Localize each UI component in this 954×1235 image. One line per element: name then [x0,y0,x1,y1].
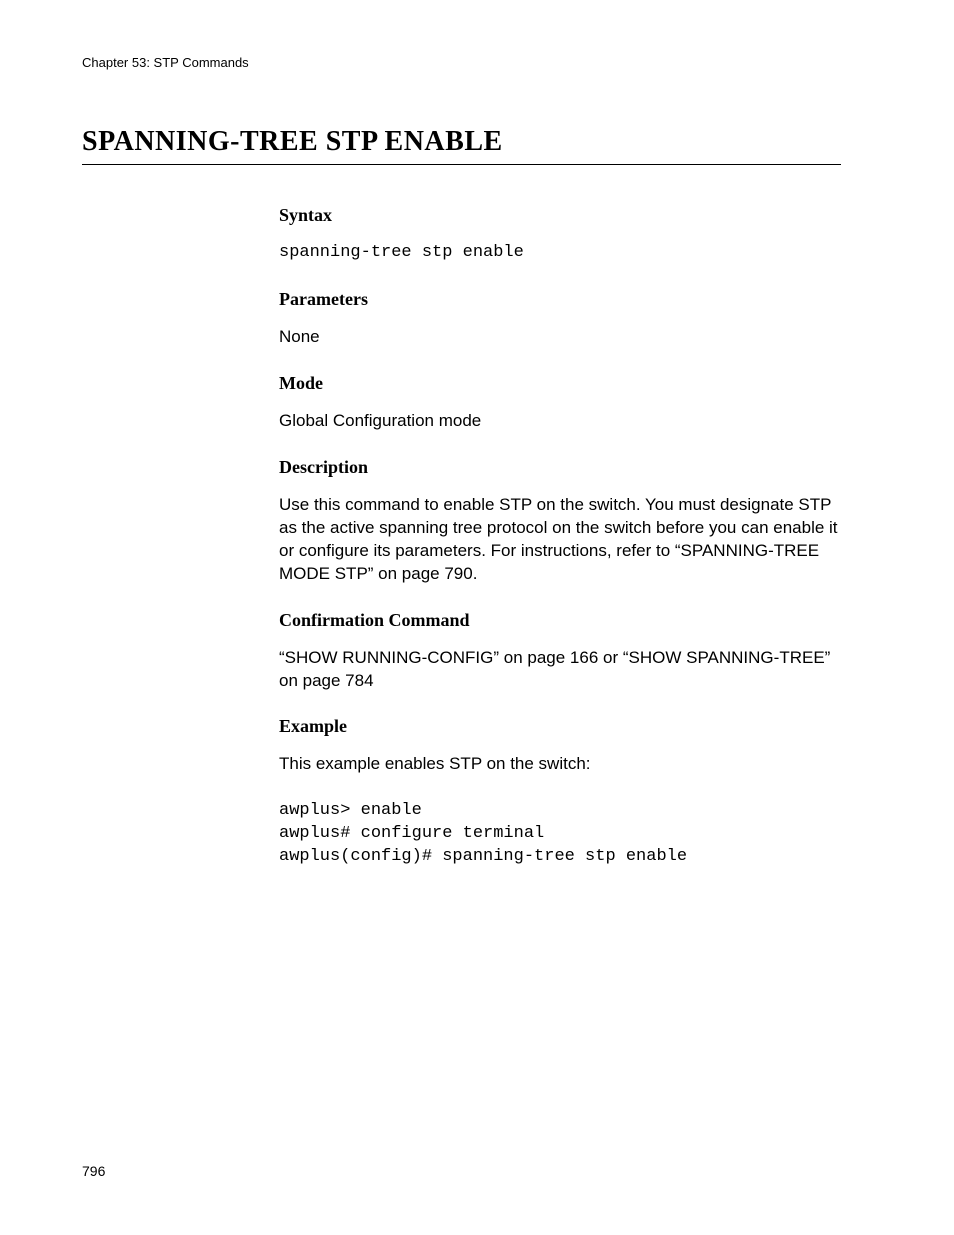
syntax-code: spanning-tree stp enable [279,242,841,265]
page-number: 796 [82,1163,105,1179]
parameters-text: None [279,326,841,349]
page-title: SPANNING-TREE STP ENABLE [82,126,841,165]
confirmation-heading: Confirmation Command [279,610,841,631]
syntax-heading: Syntax [279,205,841,226]
description-heading: Description [279,457,841,478]
example-code: awplus> enable awplus# configure termina… [279,800,841,869]
content-area: Syntax spanning-tree stp enable Paramete… [279,205,841,869]
example-heading: Example [279,716,841,737]
page-container: Chapter 53: STP Commands SPANNING-TREE S… [0,0,954,869]
chapter-header: Chapter 53: STP Commands [82,55,841,70]
example-text: This example enables STP on the switch: [279,753,841,776]
confirmation-text: “SHOW RUNNING-CONFIG” on page 166 or “SH… [279,647,841,693]
parameters-heading: Parameters [279,289,841,310]
mode-heading: Mode [279,373,841,394]
description-text: Use this command to enable STP on the sw… [279,494,841,586]
mode-text: Global Configuration mode [279,410,841,433]
